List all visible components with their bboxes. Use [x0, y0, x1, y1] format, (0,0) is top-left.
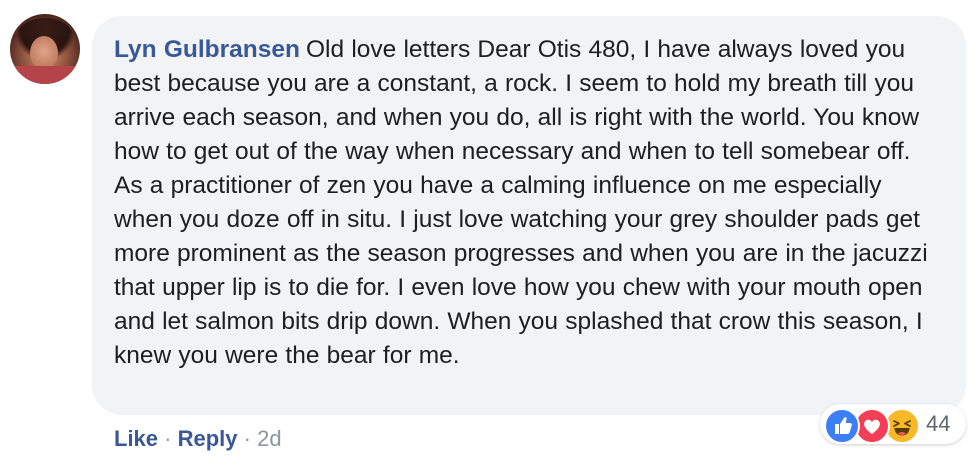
reactions-summary[interactable]: 44	[820, 404, 966, 444]
reaction-count: 44	[926, 411, 951, 436]
avatar-shirt	[10, 66, 80, 84]
comment-actions: Like · Reply · 2d	[114, 424, 282, 454]
comment-text: Old love letters Dear Otis 480, I have a…	[114, 36, 928, 369]
like-icon	[824, 408, 860, 444]
comment-timestamp[interactable]: 2d	[257, 426, 281, 451]
commenter-avatar[interactable]	[10, 14, 80, 84]
actions-separator: ·	[164, 426, 172, 451]
like-link[interactable]: Like	[114, 426, 158, 451]
avatar-face	[30, 36, 58, 70]
comment-body: Lyn Gulbransen Old love letters Dear Otis…	[114, 33, 944, 373]
comment-author-link[interactable]: Lyn Gulbransen	[114, 36, 300, 63]
reply-link[interactable]: Reply	[178, 426, 238, 451]
actions-separator: ·	[243, 426, 251, 451]
